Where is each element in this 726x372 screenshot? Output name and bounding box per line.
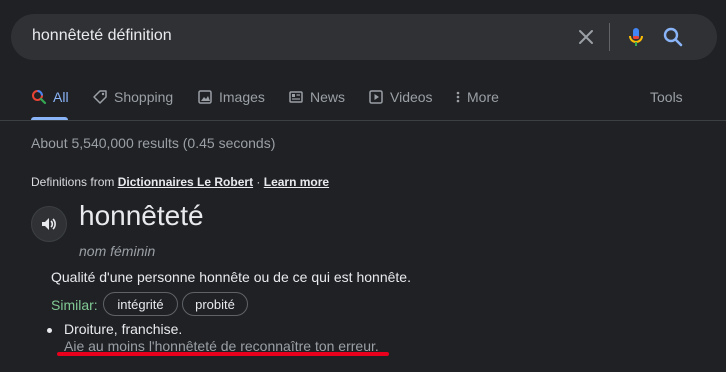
speaker-icon — [42, 218, 56, 230]
tab-videos[interactable]: Videos — [368, 86, 433, 108]
tab-label: News — [310, 89, 346, 105]
tab-news[interactable]: News — [288, 86, 345, 108]
image-icon — [198, 90, 212, 104]
search-icon — [32, 90, 47, 105]
more-vert-icon — [456, 91, 460, 103]
tab-all[interactable]: All — [31, 86, 69, 108]
search-bar[interactable]: honnêteté définition — [11, 14, 717, 60]
similar-chip-integrite[interactable]: intégrité — [103, 292, 178, 316]
part-of-speech: nom féminin — [79, 243, 156, 259]
tab-more[interactable]: More — [455, 86, 499, 108]
similar-chip-probite[interactable]: probité — [182, 292, 248, 316]
tab-label: Videos — [390, 89, 433, 105]
headword: honnêteté — [79, 200, 204, 231]
search-tabs: All Shopping Images News Videos More Too… — [0, 86, 726, 120]
tab-label: Images — [219, 89, 265, 105]
result-stats: About 5,540,000 results (0.45 seconds) — [31, 135, 276, 151]
clear-icon[interactable] — [576, 27, 596, 47]
search-icon[interactable] — [661, 25, 685, 49]
sub-definition: Droiture, franchise. — [64, 321, 183, 337]
tab-label: More — [467, 89, 499, 105]
source-prefix: Definitions from — [31, 175, 118, 189]
search-input[interactable]: honnêteté définition — [32, 27, 172, 45]
definition-text: Qualité d'une personne honnête ou de ce … — [51, 269, 411, 285]
learn-more-link[interactable]: Learn more — [264, 175, 329, 189]
tab-shopping[interactable]: Shopping — [92, 86, 173, 108]
tabs-divider — [0, 120, 726, 121]
tab-images[interactable]: Images — [197, 86, 265, 108]
video-icon — [369, 90, 383, 104]
similar-label: Similar: — [51, 297, 98, 313]
source-link[interactable]: Dictionnaires Le Robert — [118, 175, 253, 189]
list-bullet — [47, 328, 52, 333]
news-icon — [289, 91, 303, 103]
tab-label: Shopping — [114, 89, 174, 105]
tools-button[interactable]: Tools — [650, 86, 683, 108]
tag-icon — [93, 90, 107, 104]
red-annotation-underline — [57, 352, 389, 356]
definition-source: Definitions from Dictionnaires Le Robert… — [31, 175, 329, 189]
pronounce-button[interactable] — [31, 206, 67, 242]
mic-icon[interactable] — [624, 25, 648, 49]
search-divider — [609, 23, 610, 51]
tab-label: All — [53, 89, 69, 105]
source-separator: · — [253, 175, 264, 189]
